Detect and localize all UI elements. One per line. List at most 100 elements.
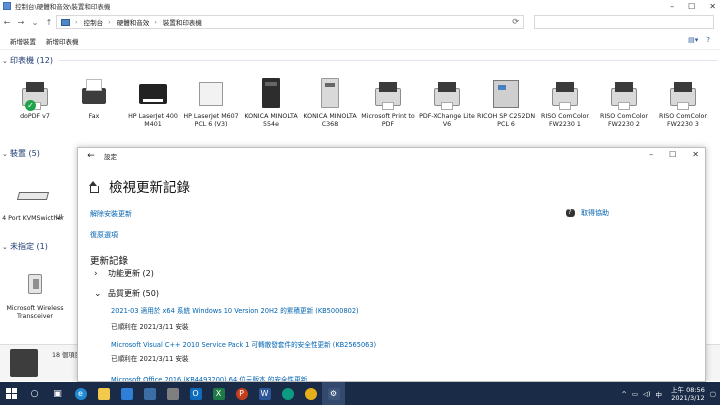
taskbar-app-settings[interactable]: ⚙ (322, 382, 345, 405)
taskbar-app-browser[interactable] (276, 382, 299, 405)
laser-printer-icon (194, 76, 228, 110)
control-panel-titlebar: 控制台\硬體和音效\裝置和印表機 – ☐ ✕ (0, 0, 720, 12)
control-panel-icon (3, 2, 11, 10)
task-view-button[interactable]: ▣ (46, 382, 69, 405)
uninstall-updates-link[interactable]: 解除安裝更新 (90, 209, 132, 219)
settings-window: ← 設定 – ☐ ✕ 檢視更新記錄 解除安裝更新 復原選項 取得協助 更新記錄 … (77, 147, 706, 382)
ime-indicator[interactable]: 中 (656, 389, 663, 399)
taskbar-app-chrome[interactable] (299, 382, 322, 405)
back-arrow-icon[interactable]: ← (78, 151, 104, 161)
control-panel-small-icon (61, 18, 70, 26)
window-title: 控制台\硬體和音效\裝置和印表機 (15, 3, 111, 11)
taskbar-app-misc[interactable] (161, 382, 184, 405)
printer-item[interactable]: ✓ doPDF v7 (4, 76, 66, 121)
collapse-chevron-icon: ⌄ (2, 56, 8, 65)
help-icon[interactable]: ? (706, 36, 710, 44)
taskbar: ○ ▣ e O X P W ⚙ ^ ▭ ◁) 中 上午 08:56 2021/3… (0, 382, 720, 405)
printer-item[interactable]: Fax (63, 76, 125, 121)
mfp-icon (489, 76, 523, 110)
recovery-options-link[interactable]: 復原選項 (90, 230, 118, 240)
outlook-icon: O (189, 387, 202, 400)
browser-icon (281, 387, 294, 400)
printer-item[interactable]: HP LaserJet M607 PCL 6 (V3) (180, 76, 242, 129)
printer-label: HP LaserJet M607 PCL 6 (V3) (183, 113, 239, 128)
update-title-link[interactable]: Microsoft Visual C++ 2010 Service Pack 1… (111, 339, 376, 349)
taskbar-app-outlook[interactable]: O (184, 382, 207, 405)
excel-icon: X (212, 387, 225, 400)
printer-item[interactable]: HP LaserJet 400 M401 (122, 76, 184, 129)
taskbar-app-word[interactable]: W (253, 382, 276, 405)
refresh-icon[interactable]: ⟳ (512, 17, 519, 26)
address-bar-row: ← → ⌄ ↑ › 控制台 › 硬體和音效 › 裝置和印表機 ⟳ (0, 13, 720, 31)
quality-updates-group[interactable]: ⌄ 品質更新 (50) (94, 288, 159, 299)
address-bar[interactable]: › 控制台 › 硬體和音效 › 裝置和印表機 ⟳ (56, 15, 524, 29)
network-status-icon[interactable]: ▭ (632, 390, 638, 398)
printer-label: KONICA MINOLTA 554e (244, 113, 298, 128)
tray-chevron-icon[interactable]: ^ (621, 390, 626, 398)
printer-item[interactable]: RISO ComColor FW2230 2 (593, 76, 655, 129)
printer-label: RISO ComColor FW2230 2 (599, 113, 648, 128)
printers-section-header[interactable]: ⌄ 印表機 (12) (2, 55, 718, 66)
printer-item[interactable]: KONICA MINOLTA 554e (240, 76, 302, 129)
taskbar-app-explorer[interactable] (92, 382, 115, 405)
clock-time: 上午 08:56 (671, 385, 705, 394)
close-icon[interactable]: ✕ (692, 150, 699, 159)
close-icon[interactable]: ✕ (709, 2, 716, 11)
breadcrumb-hardware-sound[interactable]: 硬體和音效 (117, 17, 150, 27)
printer-item[interactable]: RISO ComColor FW2230 1 (534, 76, 596, 129)
taskbar-app-excel[interactable]: X (207, 382, 230, 405)
fax-icon (77, 76, 111, 110)
device-item[interactable]: Microsoft Wireless Transceiver (4, 268, 66, 321)
taskbar-app-store[interactable] (115, 382, 138, 405)
printer-item[interactable]: Microsoft Print to PDF (357, 76, 419, 129)
breadcrumb-devices-printers[interactable]: 裝置和印表機 (163, 17, 202, 27)
taskbar-app-edge[interactable]: e (69, 382, 92, 405)
settings-titlebar: ← 設定 – ☐ ✕ (78, 148, 705, 164)
get-help-link[interactable]: 取得協助 (566, 208, 609, 218)
add-printer-button[interactable]: 新增印表機 (46, 36, 79, 46)
device-item[interactable]: Ul (56, 214, 76, 222)
word-icon: W (258, 387, 271, 400)
forward-arrow-icon[interactable]: → (14, 18, 28, 27)
start-button[interactable] (0, 382, 23, 405)
device-label: Microsoft Wireless Transceiver (6, 305, 64, 320)
view-controls: ▤▾ ? (688, 36, 710, 44)
add-device-button[interactable]: 新增裝置 (10, 36, 36, 46)
taskbar-search-button[interactable]: ○ (23, 382, 46, 405)
printer-item[interactable]: RISO ComColor FW2230 3 (652, 76, 714, 129)
printers-section-label: 印表機 (12) (10, 56, 53, 65)
breadcrumb-separator: › (154, 18, 157, 26)
chevron-right-icon: › (94, 268, 98, 279)
printer-item[interactable]: PDF-XChange Lite V6 (416, 76, 478, 129)
maximize-icon[interactable]: ☐ (688, 2, 695, 11)
copier-icon (313, 76, 347, 110)
notifications-icon[interactable]: ▢ (710, 390, 716, 398)
breadcrumb-control-panel[interactable]: 控制台 (84, 17, 104, 27)
minimize-icon[interactable]: – (649, 150, 653, 159)
update-title-link[interactable]: Microsoft Office 2016 (KB4493200) 64 位元版… (111, 374, 307, 381)
home-icon[interactable] (88, 180, 99, 193)
update-title-link[interactable]: 2021-03 適用於 x64 系統 Windows 10 Version 20… (111, 305, 359, 315)
minimize-icon[interactable]: – (670, 2, 674, 11)
recent-chevron-icon[interactable]: ⌄ (28, 18, 42, 27)
taskbar-app-network[interactable] (138, 382, 161, 405)
printer-item[interactable]: RICOH SP C252DN PCL 6 (475, 76, 537, 129)
collapse-chevron-icon: ⌄ (2, 149, 8, 158)
feature-updates-group[interactable]: › 功能更新 (2) (94, 268, 154, 279)
view-options-icon[interactable]: ▤▾ (688, 36, 698, 44)
store-icon (120, 387, 133, 400)
search-input[interactable] (534, 15, 714, 29)
device-item[interactable]: 4 Port KVMSwicther (2, 178, 64, 223)
settings-window-controls: – ☐ ✕ (649, 150, 699, 159)
up-arrow-icon[interactable]: ↑ (42, 18, 56, 27)
maximize-icon[interactable]: ☐ (669, 150, 676, 159)
clock[interactable]: 上午 08:56 2021/3/12 (671, 386, 705, 402)
back-arrow-icon[interactable]: ← (0, 18, 14, 27)
gear-icon: ⚙ (327, 387, 340, 400)
printer-item[interactable]: KONICA MINOLTA C368 (299, 76, 361, 129)
taskbar-app-powerpoint[interactable]: P (230, 382, 253, 405)
volume-icon[interactable]: ◁) (643, 390, 651, 398)
breadcrumb-separator: › (108, 18, 111, 26)
printer-icon (548, 76, 582, 110)
usb-receiver-icon (18, 268, 52, 302)
